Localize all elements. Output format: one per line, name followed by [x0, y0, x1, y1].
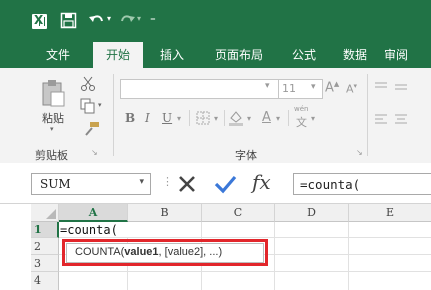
- paste-label[interactable]: 粘贴: [42, 110, 64, 126]
- tab-file[interactable]: 文件: [31, 42, 85, 68]
- font-size-select[interactable]: 11 ▾: [278, 79, 323, 99]
- redo-icon[interactable]: [118, 12, 136, 28]
- tab-data[interactable]: 数据: [333, 42, 377, 68]
- formula-bar: SUM ▾ ⋮ fx =counta(: [0, 163, 431, 204]
- name-box-dropdown-icon[interactable]: ▾: [139, 177, 144, 187]
- italic-icon[interactable]: I: [145, 111, 150, 125]
- formula-input[interactable]: =counta(: [293, 173, 431, 195]
- cell-a1[interactable]: =counta(: [60, 222, 128, 237]
- row-header-3[interactable]: 3: [31, 255, 59, 272]
- underline-icon[interactable]: U: [162, 111, 172, 125]
- tab-formulas[interactable]: 公式: [282, 42, 326, 68]
- borders-icon[interactable]: [196, 111, 210, 125]
- font-launcher-icon[interactable]: ↘: [356, 148, 363, 157]
- formula-bar-grip-icon: ⋮: [162, 175, 173, 188]
- font-size-dropdown-icon[interactable]: ▾: [311, 82, 316, 92]
- row-header-4[interactable]: 4: [31, 272, 59, 290]
- undo-icon[interactable]: [88, 12, 106, 28]
- select-all-corner[interactable]: [31, 204, 59, 222]
- font-color-dropdown-icon[interactable]: ▾: [276, 114, 280, 123]
- enter-checkmark-icon[interactable]: [213, 174, 237, 194]
- ribbon-home: 粘贴 ▾ ▾ 剪贴板 ↘ ▾ 11 ▾ A▲ A▾ B I U ▾ ▾ ▾ A …: [0, 68, 431, 164]
- align-top-icon[interactable]: [374, 81, 388, 93]
- column-header-c[interactable]: C: [202, 204, 275, 222]
- excel-logo-icon: X: [32, 13, 47, 29]
- phonetic-dropdown-icon[interactable]: ▾: [311, 114, 315, 123]
- phonetic-icon[interactable]: 文: [296, 114, 307, 130]
- name-box-value: SUM: [40, 177, 71, 191]
- align-middle-icon[interactable]: [394, 81, 408, 93]
- align-center-icon[interactable]: [394, 113, 408, 125]
- font-name-dropdown-icon[interactable]: ▾: [265, 81, 270, 91]
- row-header-2[interactable]: 2: [31, 238, 59, 255]
- copy-dropdown-icon[interactable]: ▾: [98, 101, 102, 109]
- cell-a1-value: =counta(: [60, 223, 118, 237]
- name-box[interactable]: SUM ▾: [31, 173, 151, 195]
- tab-home[interactable]: 开始: [93, 42, 143, 68]
- fill-color-icon[interactable]: [228, 109, 244, 126]
- paste-dropdown-icon[interactable]: ▾: [50, 125, 54, 133]
- tab-review[interactable]: 审阅: [384, 42, 431, 68]
- copy-icon[interactable]: [80, 98, 96, 114]
- cancel-icon[interactable]: [176, 175, 198, 193]
- column-header-b[interactable]: B: [128, 204, 202, 222]
- tab-page-layout[interactable]: 页面布局: [203, 42, 275, 68]
- fill-color-dropdown-icon[interactable]: ▾: [247, 114, 251, 123]
- column-header-e[interactable]: E: [349, 204, 431, 222]
- formula-input-value: =counta(: [300, 177, 361, 192]
- underline-dropdown-icon[interactable]: ▾: [177, 114, 181, 123]
- redo-dropdown-icon: ▾: [137, 14, 142, 23]
- font-color-icon[interactable]: A: [262, 110, 271, 125]
- clipboard-group-label: 剪贴板: [35, 149, 68, 162]
- tab-insert[interactable]: 插入: [150, 42, 194, 68]
- format-painter-icon[interactable]: [84, 121, 100, 137]
- row-header-1[interactable]: 1: [31, 222, 59, 238]
- font-group-label: 字体: [235, 149, 257, 162]
- font-name-select[interactable]: [120, 79, 279, 99]
- paste-icon[interactable]: [40, 78, 66, 108]
- insert-function-icon[interactable]: fx: [252, 170, 271, 194]
- clipboard-launcher-icon[interactable]: ↘: [91, 148, 98, 157]
- undo-dropdown-icon[interactable]: ▾: [107, 14, 111, 23]
- font-size-value: 11: [282, 82, 296, 95]
- save-icon[interactable]: [60, 12, 78, 30]
- borders-dropdown-icon[interactable]: ▾: [214, 114, 218, 123]
- title-bar: X ▾ ▾ ₌: [0, 0, 431, 42]
- customize-toolbar-icon[interactable]: ₌: [150, 11, 156, 24]
- phonetic-label: wén: [294, 105, 309, 113]
- cut-icon[interactable]: [80, 76, 96, 92]
- increase-font-icon[interactable]: A▲: [325, 80, 339, 95]
- align-left-icon[interactable]: [374, 113, 388, 125]
- decrease-font-icon[interactable]: A▾: [346, 82, 357, 96]
- highlight-box: [62, 239, 268, 266]
- bold-icon[interactable]: B: [125, 111, 135, 125]
- column-header-d[interactable]: D: [275, 204, 349, 222]
- column-header-a[interactable]: A: [59, 204, 128, 222]
- ribbon-tabs: 文件 开始 插入 页面布局 公式 数据 审阅: [0, 42, 431, 68]
